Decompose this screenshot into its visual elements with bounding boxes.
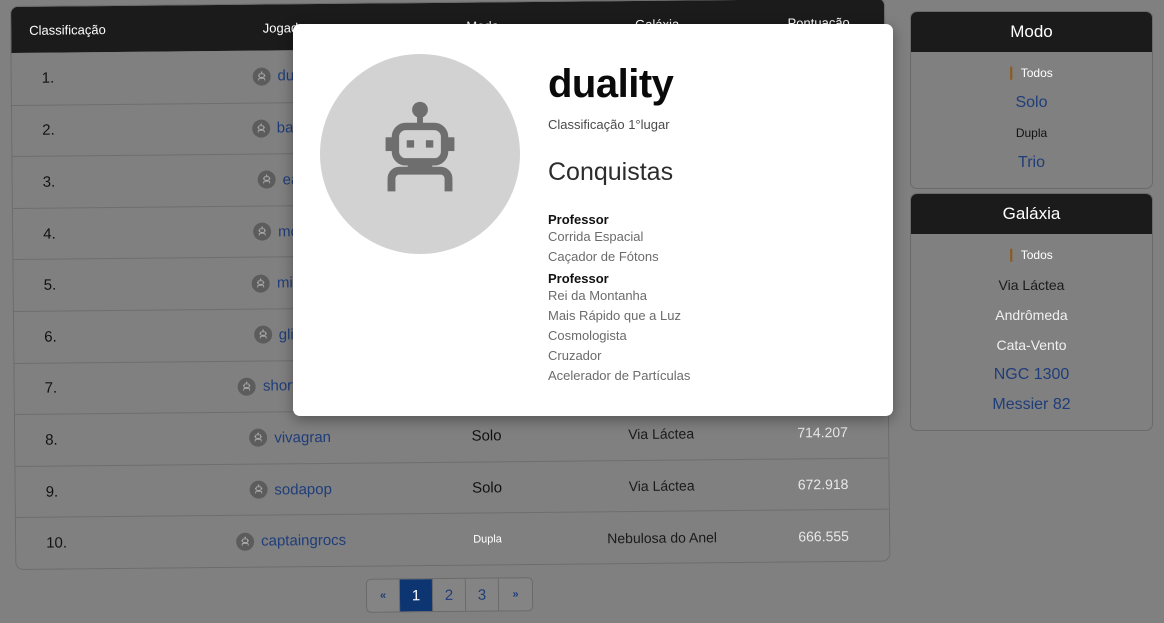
filter-galaxy-messier-82[interactable]: Messier 82 [911,390,1152,420]
cell-galaxy: Via Láctea [628,425,695,443]
filter-panel-galaxy-title: Galáxia [911,194,1152,234]
cell-galaxy: Nebulosa do Anel [607,528,718,546]
cell-rank: 8. [45,431,58,449]
player-name-link[interactable]: captaingrocs [261,532,346,550]
player-name-title: duality [548,62,674,106]
filter-galaxy-via-lactea[interactable]: Via Láctea [911,270,1152,300]
pagination-next[interactable]: » [498,578,533,611]
filter-mode-todos[interactable]: ▎ Todos [911,58,1152,88]
cell-rank: 3. [42,173,56,191]
cell-mode: Solo [471,478,503,497]
achievement-item: Mais Rápido que a Luz [548,308,681,323]
cell-rank: 9. [45,483,59,501]
player-name-link[interactable]: sodapop [274,480,332,498]
filter-mode-solo[interactable]: Solo [911,88,1152,118]
cell-rank: 5. [43,276,57,294]
pagination-page-2[interactable]: 2 [432,578,467,612]
achievements-list: Professor Corrida Espacial Caçador de Fóto… [548,212,869,386]
cell-rank: 7. [44,379,58,398]
cell-player: captaingrocs [173,531,409,551]
filter-panel-galaxy: Galáxia ▎ Todos Via Láctea Andrômeda Cat… [910,193,1153,431]
achievement-group-title: Professor [548,271,609,286]
bullet-icon: ▎ [1010,249,1019,262]
filter-panel-galaxy-body: ▎ Todos Via Láctea Andrômeda Cata-Vento … [911,234,1152,430]
robot-avatar-icon [253,222,272,241]
robot-avatar-icon [251,119,270,138]
cell-score: 714.207 [797,424,848,441]
robot-icon [320,54,520,254]
pagination-page-1[interactable]: 1 [399,579,434,612]
cell-rank: 2. [42,121,55,140]
robot-avatar-icon [257,170,276,190]
filter-panel-mode: Modo ▎ Todos Solo Dupla Trio [910,11,1153,189]
filter-mode-dupla[interactable]: Dupla [911,118,1152,148]
filter-galaxy-cata-vento[interactable]: Cata-Vento [911,330,1152,360]
achievements-heading: Conquistas [548,158,674,186]
achievement-item: Caçador de Fótons [548,249,659,264]
player-name-link[interactable]: vivagran [274,429,331,447]
cell-mode: Solo [471,427,502,445]
filter-galaxy-andromeda[interactable]: Andrômeda [911,300,1152,330]
page-backdrop: Classificação Jogador Modo Galáxia Pontu… [0,0,1164,623]
cell-rank: 6. [44,328,57,346]
robot-avatar-icon [249,480,268,499]
cell-player: vivagran [172,428,408,448]
filter-galaxy-todos-label: Todos [1020,248,1053,262]
table-row[interactable]: 9. sodapop Solo Via Láctea 672.918 [15,457,889,518]
robot-avatar-icon [251,274,271,293]
achievement-item: Cruzador [548,348,602,363]
filter-mode-trio[interactable]: Trio [911,148,1152,178]
achievement-item: Rei da Montanha [548,288,648,303]
robot-avatar-icon [237,377,257,396]
pagination[interactable]: « 1 2 3 » [365,577,534,613]
filter-panel-mode-title: Modo [911,12,1152,52]
player-detail-modal: duality Classificação 1°lugar Conquistas… [293,24,893,416]
pagination-prev[interactable]: « [366,579,401,612]
bullet-icon: ▎ [1010,67,1019,80]
table-row[interactable]: 10. captaingrocs Dupla Nebulosa do Anel 666.… [15,508,890,569]
cell-mode: Dupla [473,532,502,546]
robot-avatar-icon [252,67,271,86]
player-rank-subtitle: Classificação 1°lugar [548,117,670,132]
column-header-rank[interactable]: Classificação [11,21,168,38]
cell-player: sodapop [173,479,409,499]
player-detail-body: duality Classificação 1°lugar Conquistas… [520,50,869,390]
cell-score: 672.918 [797,476,849,493]
pagination-page-3[interactable]: 3 [465,578,500,611]
filter-galaxy-todos[interactable]: ▎ Todos [911,240,1152,270]
filter-panel-mode-body: ▎ Todos Solo Dupla Trio [911,52,1152,188]
achievement-item: Acelerador de Partículas [548,368,691,383]
robot-avatar-icon [236,532,255,551]
achievement-item: Cosmologista [548,328,627,343]
robot-avatar-icon [253,325,272,344]
filter-galaxy-ngc-1300[interactable]: NGC 1300 [911,360,1152,390]
cell-score: 666.555 [798,527,849,545]
cell-rank: 10. [46,534,68,552]
cell-rank: 4. [43,225,56,243]
achievement-item: Corrida Espacial [548,229,644,244]
achievement-group-title: Professor [548,212,609,227]
robot-avatar-icon [249,429,268,448]
filter-mode-todos-label: Todos [1020,66,1053,80]
cell-galaxy: Via Láctea [628,477,695,495]
cell-rank: 1. [41,69,55,87]
